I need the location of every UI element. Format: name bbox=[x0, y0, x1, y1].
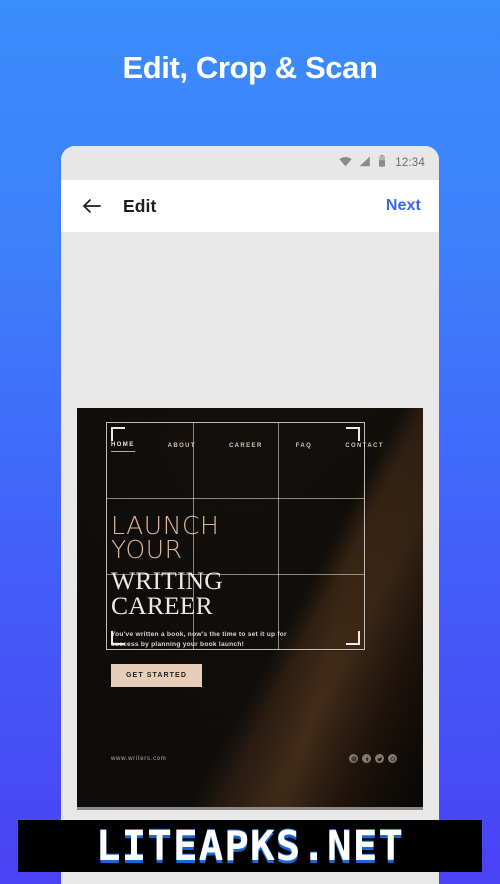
back-arrow-icon[interactable] bbox=[81, 195, 103, 217]
facebook-icon bbox=[362, 754, 371, 763]
next-button[interactable]: Next bbox=[386, 197, 421, 215]
phone-mockup: 12:34 Edit Next HOME ABOUT CAREER FAQ CO… bbox=[61, 146, 439, 884]
battery-icon bbox=[378, 154, 386, 172]
crop-gridline-horizontal-2 bbox=[107, 573, 364, 575]
poster-cta-button: GET STARTED bbox=[111, 663, 202, 687]
crop-handle-top-right[interactable] bbox=[346, 427, 360, 441]
page-title: Edit, Crop & Scan bbox=[122, 50, 378, 85]
wifi-icon bbox=[339, 154, 352, 172]
poster-website-url: www.writers.com bbox=[111, 755, 167, 762]
poster-social-icons bbox=[349, 754, 397, 763]
crop-handle-top-left[interactable] bbox=[111, 427, 125, 441]
photo-preview[interactable]: HOME ABOUT CAREER FAQ CONTACT LAUNCH YOU… bbox=[77, 408, 423, 810]
watermark-text: LITEAPKS.NET bbox=[95, 822, 405, 870]
app-bar: Edit Next bbox=[61, 180, 439, 232]
instagram-icon bbox=[349, 754, 358, 763]
watermark-banner: LITEAPKS.NET bbox=[18, 820, 482, 872]
crop-handle-bottom-right[interactable] bbox=[346, 631, 360, 645]
edit-canvas[interactable]: HOME ABOUT CAREER FAQ CONTACT LAUNCH YOU… bbox=[61, 232, 439, 884]
status-bar-clock: 12:34 bbox=[395, 157, 425, 169]
crop-overlay[interactable] bbox=[106, 422, 365, 650]
crop-gridline-vertical-2 bbox=[278, 423, 280, 649]
twitter-icon bbox=[375, 754, 384, 763]
crop-gridline-vertical-1 bbox=[192, 423, 194, 649]
poster-footer: www.writers.com bbox=[111, 754, 397, 763]
signal-icon bbox=[359, 154, 371, 172]
crop-gridline-horizontal-1 bbox=[107, 498, 364, 500]
screen-title: Edit bbox=[123, 195, 157, 216]
status-bar: 12:34 bbox=[61, 146, 439, 180]
whatsapp-icon bbox=[388, 754, 397, 763]
crop-handle-bottom-left[interactable] bbox=[111, 631, 125, 645]
